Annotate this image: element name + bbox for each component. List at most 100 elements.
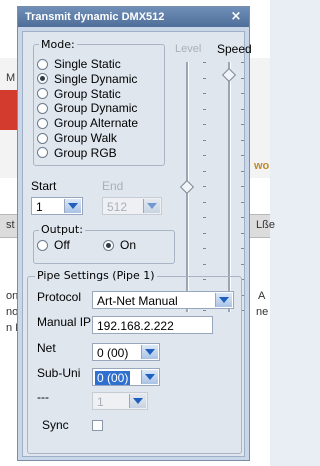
- slider-tick: [203, 139, 206, 141]
- slider-tick: [241, 217, 244, 218]
- dash-select[interactable]: 1: [92, 392, 148, 410]
- speed-slider-track[interactable]: [228, 62, 231, 312]
- radio-button[interactable]: [37, 132, 48, 144]
- mode-option[interactable]: Group Dynamic: [37, 101, 137, 115]
- mode-option-label: Group Walk: [54, 131, 117, 145]
- radio-button[interactable]: [103, 239, 114, 251]
- slider-tick: [241, 263, 244, 265]
- slider-tick: [203, 77, 206, 79]
- slider-tick: [203, 217, 206, 218]
- mode-option[interactable]: Group Static: [37, 87, 121, 101]
- start-value: 1: [36, 200, 43, 214]
- dropdown-arrow-icon: [141, 370, 158, 384]
- slider-tick: [241, 62, 244, 63]
- slider-tick: [241, 93, 244, 94]
- radio-button[interactable]: [37, 88, 48, 100]
- slider-tick: [241, 186, 244, 187]
- mode-option-label: Group Static: [54, 86, 121, 101]
- mode-option-label: Single Dynamic: [54, 71, 138, 86]
- background-fragment: ne: [256, 306, 269, 318]
- protocol-value: Art-Net Manual: [97, 294, 178, 308]
- slider-tick: [203, 201, 206, 203]
- start-select[interactable]: 1: [31, 197, 83, 215]
- radio-button[interactable]: [37, 102, 48, 114]
- background-fragment: wo: [254, 160, 270, 172]
- sync-checkbox[interactable]: [92, 420, 103, 431]
- mode-option[interactable]: Single Dynamic: [37, 72, 137, 86]
- slider-tick: [203, 108, 206, 110]
- mode-option[interactable]: Group Alternate: [37, 116, 138, 130]
- level-ticks: [203, 62, 206, 312]
- slider-tick: [241, 108, 244, 110]
- protocol-select[interactable]: Art-Net Manual: [92, 291, 234, 309]
- level-label: Level: [175, 43, 202, 55]
- dialog-panel: Mode: Single Static Single Dynamic Group S…: [22, 31, 252, 457]
- subuni-value: 0 (00): [95, 371, 131, 385]
- level-slider-thumb[interactable]: [179, 179, 195, 195]
- slider-tick: [203, 93, 206, 94]
- mode-option-label: Single Static: [54, 57, 121, 71]
- radio-button[interactable]: [37, 73, 48, 85]
- mode-option[interactable]: Single Static: [37, 57, 121, 71]
- speed-slider-thumb[interactable]: [221, 67, 237, 82]
- radio-button[interactable]: [37, 147, 48, 159]
- subuni-label: Sub-Uni: [37, 366, 81, 380]
- manual-ip-label: Manual IP: [37, 315, 92, 329]
- slider-tick: [241, 139, 244, 141]
- dash-value: 1: [97, 395, 104, 409]
- dropdown-arrow-icon: [64, 199, 81, 213]
- mode-option[interactable]: Group Walk: [37, 131, 117, 145]
- slider-tick: [241, 232, 244, 234]
- dropdown-arrow-icon: [141, 345, 158, 359]
- dropdown-arrow-icon: [215, 293, 232, 307]
- background-fragment: A: [258, 290, 266, 302]
- end-value: 512: [107, 200, 128, 214]
- radio-button[interactable]: [37, 117, 48, 129]
- slider-tick: [203, 155, 206, 156]
- manual-ip-value: 192.168.2.222: [97, 319, 174, 333]
- background-fragment: Lßе: [256, 219, 275, 231]
- close-icon[interactable]: ×: [229, 10, 243, 23]
- subuni-select[interactable]: 0 (00): [92, 368, 160, 386]
- mode-option-label: Group RGB: [54, 145, 117, 160]
- dropdown-arrow-icon: [143, 199, 160, 213]
- speed-ticks: [241, 62, 244, 312]
- slider-tick: [203, 186, 206, 187]
- radio-button[interactable]: [37, 239, 48, 251]
- mode-legend: Mode:: [39, 38, 77, 51]
- output-off-option[interactable]: Off: [37, 238, 70, 252]
- slider-tick: [241, 248, 244, 249]
- background-fragment: M: [6, 72, 16, 84]
- start-label: Start: [31, 179, 57, 193]
- output-on-option[interactable]: On: [103, 238, 136, 252]
- slider-tick: [203, 263, 206, 265]
- slider-tick: [241, 155, 244, 156]
- slider-tick: [203, 124, 206, 125]
- output-legend: Output:: [39, 223, 85, 236]
- protocol-label: Protocol: [37, 290, 82, 304]
- window-title: Transmit dynamic DMX512: [25, 11, 165, 23]
- dash-label: ---: [37, 390, 49, 404]
- radio-button[interactable]: [37, 58, 48, 70]
- slider-tick: [203, 232, 206, 234]
- net-label: Net: [37, 341, 56, 355]
- slider-tick: [241, 124, 244, 125]
- end-select[interactable]: 512: [102, 197, 162, 215]
- output-on-label: On: [120, 238, 137, 252]
- slider-tick: [203, 248, 206, 249]
- manual-ip-field[interactable]: 192.168.2.222: [92, 316, 213, 334]
- pipe-settings-legend: Pipe Settings (Pipe 1): [35, 269, 157, 282]
- slider-tick: [203, 170, 206, 172]
- net-select[interactable]: 0 (00): [92, 343, 160, 361]
- slider-tick: [241, 170, 244, 172]
- slider-tick: [241, 77, 244, 79]
- mode-option-label: Group Dynamic: [54, 101, 138, 116]
- net-value: 0 (00): [97, 346, 129, 360]
- title-bar[interactable]: Transmit dynamic DMX512 ×: [18, 7, 249, 27]
- background-fragment: st: [6, 219, 15, 231]
- dmx-dialog: Transmit dynamic DMX512 × Mode: Single S…: [17, 6, 252, 461]
- speed-label: Speed: [217, 42, 252, 56]
- mode-option[interactable]: Group RGB: [37, 146, 117, 160]
- sync-label: Sync: [42, 418, 69, 432]
- background-red-graphic: [0, 90, 18, 130]
